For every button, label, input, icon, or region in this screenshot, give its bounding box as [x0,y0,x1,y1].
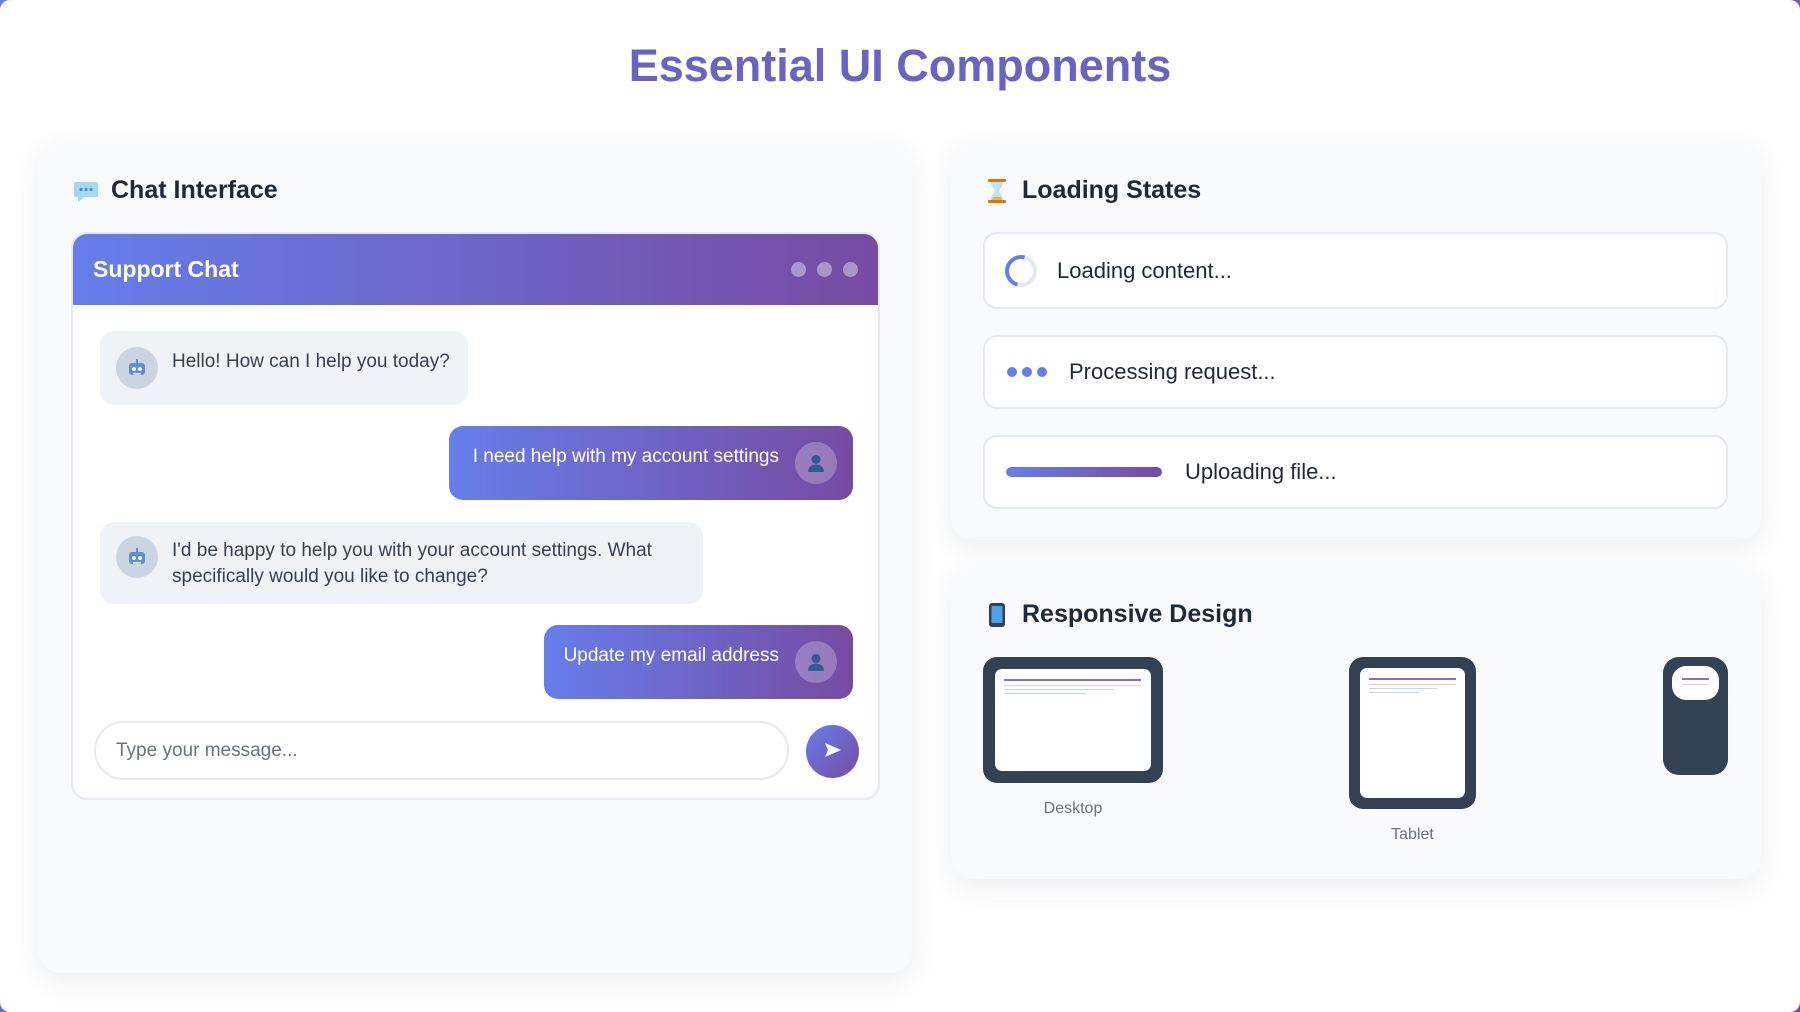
loading-states-title: Loading States [1022,176,1202,204]
screen-header-line [1369,678,1456,680]
typing-dot [1022,367,1032,377]
chat-header-title: Support Chat [93,256,239,282]
chat-header: Support Chat [73,234,878,305]
hourglass-icon [984,178,1010,204]
user-message-text: Update my email address [563,645,779,666]
processing-label: Processing request... [1069,359,1276,384]
uploading-label: Uploading file... [1185,459,1337,484]
desktop-screen [995,669,1151,771]
user-message: I need help with my account settings [449,426,853,500]
mobile-phone-icon [984,602,1010,628]
responsive-design-title: Responsive Design [1022,600,1253,628]
screen-text-line [1369,684,1456,685]
user-icon [795,641,837,683]
bot-message: I'd be happy to help you with your accou… [100,522,703,604]
chat-interface-heading: Chat Interface [73,176,278,205]
screen-text-line [1369,688,1437,689]
loading-label: Loading content... [1057,257,1232,283]
user-icon [795,442,837,484]
screen-text-line [1004,689,1114,690]
mobile-device-preview [1663,657,1728,775]
loading-row-progress: Uploading file... [983,435,1728,509]
screen-text-line [1004,693,1086,694]
mobile-screen [1672,666,1719,700]
screen-text-line [1682,684,1709,685]
typing-dot [1037,367,1047,377]
chat-interface-card: Chat Interface Support Chat Hello! How c… [38,143,912,973]
responsive-design-heading: Responsive Design [984,600,1253,629]
window-dot [843,262,858,277]
tablet-label: Tablet [1391,826,1434,843]
desktop-device-preview [983,657,1163,783]
send-button[interactable] [806,725,859,778]
tablet-screen [1360,668,1465,798]
user-message-text: I need help with my account settings [472,446,779,467]
page-title: Essential UI Components [628,40,1172,91]
screen-header-line [1004,679,1141,681]
bot-message-text: Hello! How can I help you today? [172,351,450,372]
speech-bubble-icon [73,178,99,204]
robot-icon [116,536,158,578]
loading-spinner [999,248,1043,293]
window-dot [791,262,806,277]
page: Essential UI Components Chat Interface S… [0,0,1800,1012]
screen-text-line [1004,685,1141,686]
send-arrow-icon [824,742,842,761]
loading-row-spinner: Loading content... [983,232,1728,309]
screen-text-line [1369,692,1419,693]
robot-icon [116,347,158,389]
user-message: Update my email address [544,625,853,699]
bot-message: Hello! How can I help you today? [100,331,468,405]
loading-row-dots: Processing request... [983,335,1728,409]
chat-interface-title: Chat Interface [111,176,278,204]
tablet-device-preview [1349,657,1476,809]
upload-progress-bar [1006,467,1162,477]
loading-states-heading: Loading States [984,176,1201,205]
support-chat-window: Support Chat Hello! How can I help you t… [71,232,880,800]
upload-progress-fill [1006,467,1162,477]
message-input[interactable] [94,721,789,780]
screen-header-line [1682,678,1709,680]
desktop-label: Desktop [1043,800,1103,817]
bot-message-text: I'd be happy to help you with your accou… [172,540,652,587]
typing-dot [1007,367,1017,377]
window-dot [817,262,832,277]
